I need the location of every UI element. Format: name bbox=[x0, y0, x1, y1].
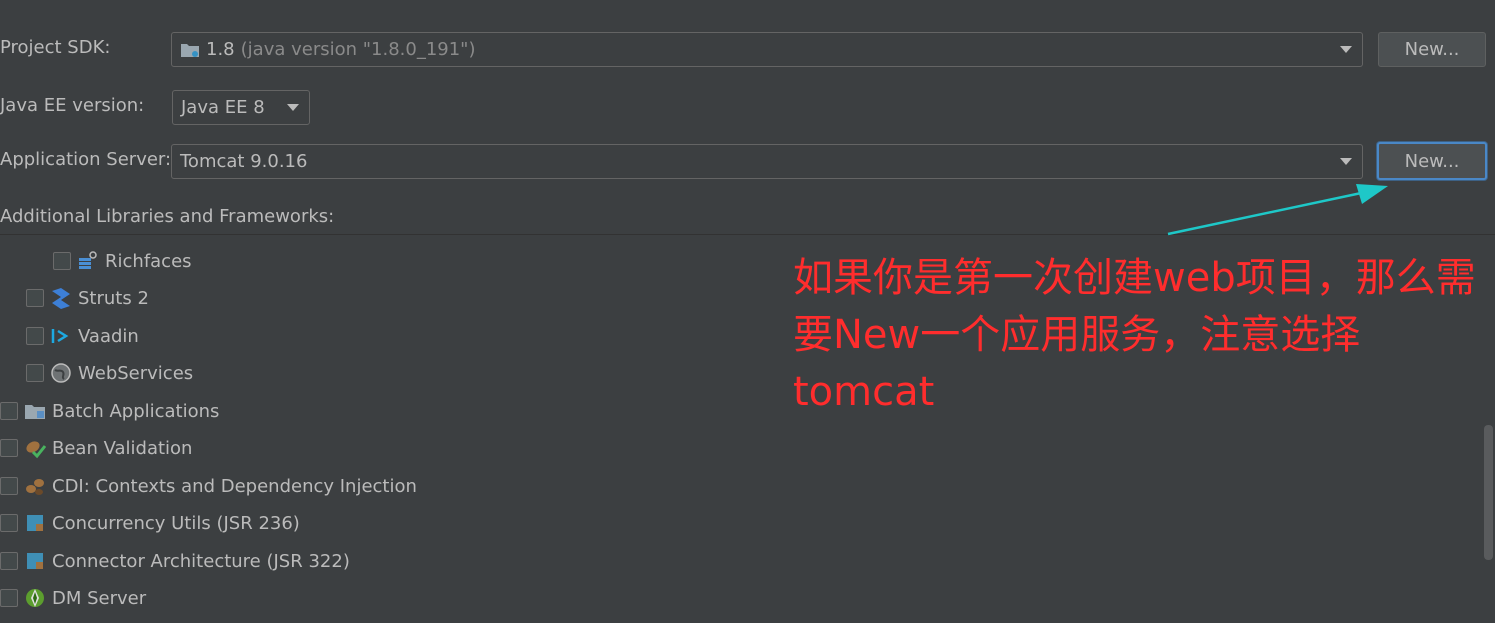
item-label: Vaadin bbox=[78, 325, 139, 347]
chevron-down-icon bbox=[1340, 158, 1352, 165]
list-item-connector-architecture[interactable]: Connector Architecture (JSR 322) bbox=[0, 546, 350, 576]
list-item-cdi[interactable]: CDI: Contexts and Dependency Injection bbox=[0, 471, 417, 501]
checkbox[interactable] bbox=[0, 402, 18, 420]
chevron-down-icon bbox=[1340, 46, 1352, 53]
project-sdk-label: Project SDK: bbox=[0, 37, 111, 58]
item-label: Richfaces bbox=[105, 250, 192, 272]
chevron-down-icon bbox=[287, 104, 299, 111]
libraries-label: Additional Libraries and Frameworks: bbox=[0, 206, 335, 227]
list-item-dm-server[interactable]: DM Server bbox=[0, 583, 146, 613]
list-item-struts2[interactable]: Struts 2 bbox=[26, 283, 149, 313]
list-item-vaadin[interactable]: Vaadin bbox=[26, 321, 139, 351]
item-label: CDI: Contexts and Dependency Injection bbox=[52, 475, 417, 497]
checkbox[interactable] bbox=[0, 514, 18, 532]
dm-server-icon bbox=[24, 587, 46, 609]
list-item-concurrency-utils[interactable]: Concurrency Utils (JSR 236) bbox=[0, 508, 300, 538]
checkbox[interactable] bbox=[26, 364, 44, 382]
sdk-value-detail: (java version "1.8.0_191") bbox=[240, 39, 476, 60]
annotation-arrow-icon bbox=[1167, 184, 1388, 236]
javaee-version-label: Java EE version: bbox=[0, 95, 145, 116]
item-label: Batch Applications bbox=[52, 400, 220, 422]
concurrency-icon bbox=[24, 512, 46, 534]
item-label: DM Server bbox=[52, 587, 147, 609]
sdk-new-button[interactable]: New... bbox=[1378, 32, 1486, 67]
list-item-batch-applications[interactable]: Batch Applications bbox=[0, 396, 219, 426]
item-label: WebServices bbox=[78, 362, 194, 384]
sdk-value-main: 1.8 bbox=[206, 39, 235, 60]
server-new-button[interactable]: New... bbox=[1377, 142, 1487, 180]
checkbox[interactable] bbox=[53, 252, 71, 270]
item-label: Struts 2 bbox=[78, 287, 149, 309]
list-item-webservices[interactable]: WebServices bbox=[26, 358, 193, 388]
application-server-combo[interactable]: Tomcat 9.0.16 bbox=[171, 144, 1363, 179]
javaee-version-combo[interactable]: Java EE 8 bbox=[172, 90, 310, 125]
scrollbar-thumb[interactable] bbox=[1484, 425, 1493, 560]
checkbox[interactable] bbox=[0, 589, 18, 607]
project-sdk-combo[interactable]: 1.8 (java version "1.8.0_191") bbox=[171, 32, 1363, 67]
item-label: Bean Validation bbox=[52, 437, 193, 459]
list-item-bean-validation[interactable]: Bean Validation bbox=[0, 433, 192, 463]
server-value: Tomcat 9.0.16 bbox=[180, 151, 308, 172]
webservices-icon bbox=[50, 362, 72, 384]
checkbox[interactable] bbox=[0, 477, 18, 495]
bean-validation-icon bbox=[24, 437, 46, 459]
struts-icon bbox=[50, 287, 72, 309]
annotation-text: 如果你是第一次创建web项目，那么需要New一个应用服务，注意选择tomcat bbox=[793, 255, 1476, 415]
richfaces-icon bbox=[77, 250, 99, 272]
vaadin-icon bbox=[50, 325, 72, 347]
checkbox[interactable] bbox=[0, 439, 18, 457]
application-server-label: Application Server: bbox=[0, 149, 172, 170]
connector-icon bbox=[24, 550, 46, 572]
batch-icon bbox=[24, 400, 46, 422]
javaee-value: Java EE 8 bbox=[181, 97, 265, 118]
checkbox[interactable] bbox=[26, 327, 44, 345]
checkbox[interactable] bbox=[0, 552, 18, 570]
item-label: Concurrency Utils (JSR 236) bbox=[52, 512, 300, 534]
cdi-icon bbox=[24, 475, 46, 497]
item-label: Connector Architecture (JSR 322) bbox=[52, 550, 350, 572]
checkbox[interactable] bbox=[26, 289, 44, 307]
list-item-richfaces[interactable]: Richfaces bbox=[53, 246, 192, 276]
folder-icon bbox=[180, 42, 200, 58]
